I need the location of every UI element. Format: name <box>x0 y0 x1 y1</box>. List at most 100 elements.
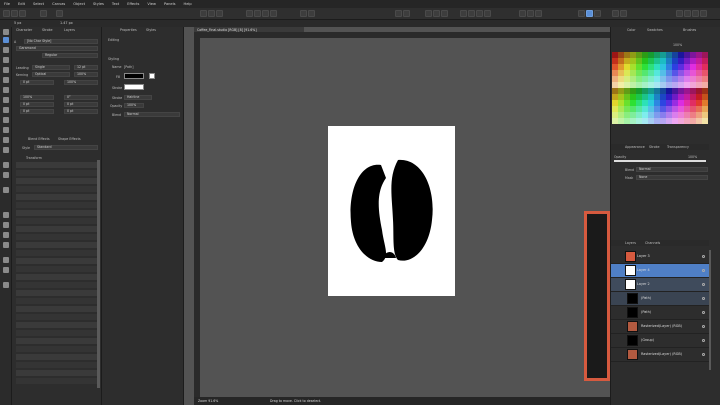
node-select-icon[interactable] <box>3 37 9 43</box>
list-item[interactable] <box>16 250 98 256</box>
color-swatch[interactable] <box>624 82 630 88</box>
color-swatch[interactable] <box>702 118 708 124</box>
color-swatch[interactable] <box>648 70 654 76</box>
color-swatch[interactable] <box>690 100 696 106</box>
color-swatch[interactable] <box>630 82 636 88</box>
color-swatch[interactable] <box>642 94 648 100</box>
list-item[interactable] <box>16 186 98 192</box>
arrange-forward-icon[interactable] <box>254 10 261 17</box>
view-mode-icon[interactable] <box>578 10 585 17</box>
color-swatch[interactable] <box>654 64 660 70</box>
visibility-toggle-icon[interactable] <box>702 325 705 328</box>
color-swatch[interactable] <box>672 88 678 94</box>
pen-tool-icon[interactable] <box>3 57 9 63</box>
blend-mode-select[interactable]: Normal <box>124 112 180 117</box>
menu-styles[interactable]: Styles <box>89 2 108 6</box>
color-swatch[interactable] <box>696 64 702 70</box>
leading-select[interactable]: Single <box>32 65 70 70</box>
help-icon[interactable] <box>684 10 691 17</box>
color-swatch[interactable] <box>654 70 660 76</box>
color-swatch[interactable] <box>702 64 708 70</box>
corner-tool-icon[interactable] <box>468 10 475 17</box>
layer-row[interactable]: Layer 2 <box>611 278 709 292</box>
layer-row-selected[interactable]: Layer 4 <box>611 264 709 278</box>
color-swatch[interactable] <box>612 106 618 112</box>
color-swatch[interactable] <box>678 82 684 88</box>
menu-text[interactable]: Text <box>108 2 123 6</box>
arrange-front-icon[interactable] <box>246 10 253 17</box>
color-swatch[interactable] <box>630 106 636 112</box>
color-swatch[interactable] <box>624 58 630 64</box>
color-swatch[interactable] <box>618 100 624 106</box>
color-swatch[interactable] <box>654 112 660 118</box>
color-swatch[interactable] <box>690 64 696 70</box>
list-item[interactable] <box>16 258 98 264</box>
color-swatch[interactable] <box>660 52 666 58</box>
menu-file[interactable]: File <box>0 2 14 6</box>
scale-y-field[interactable]: 100% <box>64 80 98 85</box>
layer-row[interactable]: (Path) <box>611 306 709 320</box>
list-item[interactable] <box>16 362 98 368</box>
tab-swatches[interactable]: Swatches <box>647 27 663 33</box>
color-swatch[interactable] <box>636 70 642 76</box>
rotate-icon[interactable] <box>300 10 307 17</box>
color-swatch[interactable] <box>618 64 624 70</box>
color-swatch[interactable] <box>684 70 690 76</box>
color-swatch[interactable] <box>666 100 672 106</box>
place-image-icon[interactable] <box>3 172 9 178</box>
color-swatch[interactable] <box>636 58 642 64</box>
color-swatch[interactable] <box>642 82 648 88</box>
color-swatch[interactable] <box>630 76 636 82</box>
color-swatch[interactable] <box>678 58 684 64</box>
tracking-field[interactable]: 100% <box>74 72 98 77</box>
visibility-toggle-icon[interactable] <box>702 353 705 356</box>
color-swatch[interactable] <box>642 106 648 112</box>
tab-blend-effects[interactable]: Blend Effects <box>28 136 50 142</box>
color-swatch[interactable] <box>648 58 654 64</box>
list-item[interactable] <box>16 322 98 328</box>
list-item[interactable] <box>16 338 98 344</box>
font-size-field[interactable]: 12 pt <box>74 65 98 70</box>
color-swatch[interactable] <box>630 64 636 70</box>
tab-properties[interactable]: Properties <box>120 27 137 33</box>
guides-icon[interactable] <box>594 10 601 17</box>
color-swatch[interactable] <box>654 82 660 88</box>
color-swatch[interactable] <box>612 88 618 94</box>
menu-edit[interactable]: Edit <box>14 2 29 6</box>
eyedropper-icon[interactable] <box>3 222 9 228</box>
color-swatch[interactable] <box>672 58 678 64</box>
color-swatch[interactable] <box>624 70 630 76</box>
color-swatch[interactable] <box>642 112 648 118</box>
list-item[interactable] <box>16 370 98 376</box>
color-swatch[interactable] <box>618 106 624 112</box>
color-swatch[interactable] <box>660 82 666 88</box>
appearance-mask-select[interactable]: None <box>636 175 708 180</box>
color-swatch[interactable] <box>696 106 702 112</box>
color-swatch[interactable] <box>642 100 648 106</box>
color-swatch[interactable] <box>642 64 648 70</box>
color-swatch[interactable] <box>684 52 690 58</box>
list-item[interactable] <box>16 226 98 232</box>
color-swatch[interactable] <box>684 58 690 64</box>
align-right-icon[interactable] <box>216 10 223 17</box>
color-swatch[interactable] <box>672 70 678 76</box>
tab-brushes[interactable]: Brushes <box>683 27 696 33</box>
color-swatch[interactable] <box>648 94 654 100</box>
color-swatch[interactable] <box>618 82 624 88</box>
layer-row[interactable]: Layer 3 <box>611 250 709 264</box>
color-swatch[interactable] <box>696 58 702 64</box>
color-swatch[interactable] <box>702 52 708 58</box>
list-item[interactable] <box>16 274 98 280</box>
color-swatch[interactable] <box>660 94 666 100</box>
color-swatch[interactable] <box>648 88 654 94</box>
layer-row[interactable]: (Group) <box>611 334 709 348</box>
font-family-select[interactable]: Garamond <box>16 46 98 51</box>
color-swatch[interactable] <box>624 118 630 124</box>
color-swatch[interactable] <box>654 58 660 64</box>
color-swatch[interactable] <box>654 100 660 106</box>
align-center-icon[interactable] <box>208 10 215 17</box>
color-swatch[interactable] <box>678 52 684 58</box>
color-swatch[interactable] <box>678 64 684 70</box>
boolean-divide-icon[interactable] <box>441 10 448 17</box>
color-swatch[interactable] <box>624 106 630 112</box>
